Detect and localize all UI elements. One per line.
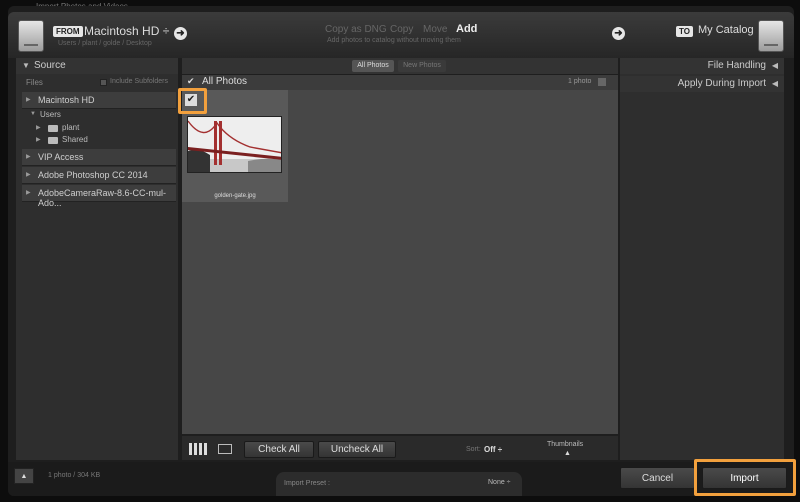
mode-copy[interactable]: Copy <box>390 24 413 35</box>
include-subfolders-label: Include Subfolders <box>110 78 168 85</box>
volume-macintosh-hd[interactable]: ▶ Macintosh HD <box>22 92 176 109</box>
import-button[interactable]: Import <box>702 467 787 489</box>
folder-label: plant <box>62 123 80 132</box>
import-preset-bar: Import Preset : None ÷ <box>276 472 522 496</box>
loupe-view-icon[interactable] <box>218 444 232 454</box>
file-handling-title: File Handling <box>707 60 766 71</box>
to-tag: TO <box>676 26 693 37</box>
thumbnail-size-slider-icon[interactable]: ▲ <box>564 450 571 457</box>
uncheck-all-button[interactable]: Uncheck All <box>318 441 396 458</box>
destination-catalog[interactable]: My Catalog <box>698 24 754 36</box>
source-title: Source <box>34 60 66 71</box>
mode-add[interactable]: Add <box>456 23 477 35</box>
triangle-right-icon: ▶ <box>36 125 41 131</box>
mode-subtitle: Add photos to catalog without moving the… <box>327 37 461 44</box>
folder-label: Users <box>40 110 61 119</box>
cancel-button[interactable]: Cancel <box>620 467 695 489</box>
folder-label: Shared <box>62 135 88 144</box>
grid-header-title: All Photos <box>202 76 248 87</box>
count-toggle-icon[interactable] <box>598 78 606 86</box>
apply-during-import-header[interactable]: Apply During Import ◀ <box>620 76 784 92</box>
photo-thumbnail[interactable] <box>187 116 282 173</box>
files-label: Files <box>26 78 43 87</box>
status-text: 1 photo / 304 KB <box>48 472 101 479</box>
volume-label: Adobe Photoshop CC 2014 <box>38 170 148 180</box>
grid-view-icon[interactable] <box>189 443 207 455</box>
mode-move[interactable]: Move <box>423 24 447 35</box>
volume-label: VIP Access <box>38 152 84 162</box>
checkmark-icon[interactable]: ✔ <box>187 76 195 87</box>
photo-filename: golden-gate.jpg <box>214 193 256 199</box>
sort-label: Sort: <box>466 446 481 453</box>
import-preset-dropdown[interactable]: None ÷ <box>488 479 511 486</box>
from-tag: FROM <box>53 26 83 37</box>
volume-label: AdobeCameraRaw-8.6-CC-mul-Ado... <box>38 188 167 208</box>
volume-photoshop[interactable]: ▶ Adobe Photoshop CC 2014 <box>22 167 176 184</box>
folder-icon <box>48 125 58 132</box>
files-row: Files Include Subfolders <box>16 76 178 90</box>
include-subfolders-checkbox[interactable] <box>100 79 107 86</box>
volume-camera-raw[interactable]: ▶ AdobeCameraRaw-8.6-CC-mul-Ado... <box>22 185 176 208</box>
golden-gate-image <box>188 117 281 172</box>
right-panel <box>620 58 784 460</box>
triangle-right-icon: ▶ <box>26 172 31 178</box>
folder-icon <box>48 137 58 144</box>
mode-copy-dng[interactable]: Copy as DNG <box>325 24 387 35</box>
triangle-right-icon: ▶ <box>36 137 41 143</box>
sort-dropdown[interactable]: Off ÷ <box>484 445 502 454</box>
apply-during-import-title: Apply During Import <box>677 78 766 89</box>
tab-new-photos[interactable]: New Photos <box>398 60 446 72</box>
thumbnails-label: Thumbnails <box>547 441 584 448</box>
import-preset-label: Import Preset : <box>284 480 330 487</box>
triangle-down-icon: ▼ <box>30 111 36 117</box>
destination-drive-icon <box>758 20 784 52</box>
triangle-right-icon: ▶ <box>26 97 31 103</box>
folder-users[interactable]: ▼ Users <box>22 110 176 122</box>
volume-vip-access[interactable]: ▶ VIP Access <box>22 149 176 166</box>
source-drive-icon <box>18 20 44 52</box>
triangle-left-icon: ◀ <box>771 79 778 88</box>
tab-all-photos[interactable]: All Photos <box>352 60 394 72</box>
collapse-arrow-icon[interactable]: ▲ <box>14 468 34 484</box>
triangle-left-icon: ◀ <box>771 61 778 70</box>
volume-label: Macintosh HD <box>38 95 95 105</box>
source-selector[interactable]: Macintosh HD ÷ <box>84 24 169 38</box>
arrow-right-icon: ➜ <box>612 27 625 40</box>
folder-plant[interactable]: ▶ plant <box>22 123 176 135</box>
photo-count: 1 photo <box>568 78 592 85</box>
triangle-right-icon: ▶ <box>26 154 31 160</box>
file-handling-header[interactable]: File Handling ◀ <box>620 58 784 74</box>
grid-header: ✔ All Photos 1 photo <box>182 75 618 90</box>
triangle-down-icon: ▼ <box>22 61 30 70</box>
folder-shared[interactable]: ▶ Shared <box>22 135 176 147</box>
photo-checkbox[interactable]: ✔ <box>185 94 197 106</box>
source-path: Users / plant / golde / Desktop <box>58 40 152 47</box>
arrow-right-icon: ➜ <box>174 27 187 40</box>
check-all-button[interactable]: Check All <box>244 441 314 458</box>
source-header[interactable]: ▼ Source <box>16 58 178 74</box>
triangle-right-icon: ▶ <box>26 190 31 196</box>
